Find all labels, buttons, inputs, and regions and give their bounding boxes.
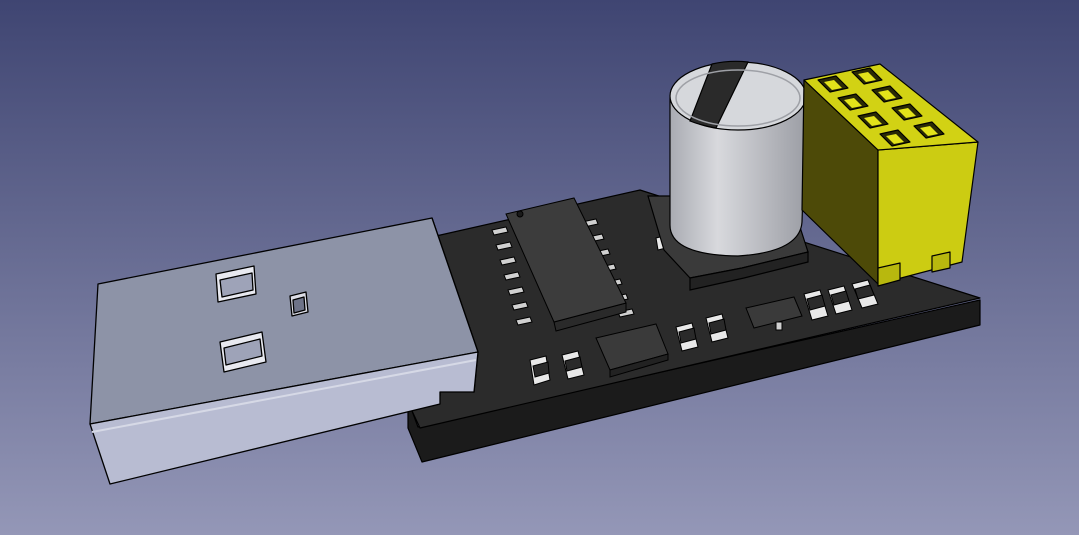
electrolytic-capacitor bbox=[647, 60, 809, 291]
smd-r1 bbox=[529, 355, 551, 386]
3d-model-render bbox=[0, 0, 1079, 535]
ic-pin1-marker bbox=[516, 210, 524, 218]
3d-viewport[interactable] bbox=[0, 0, 1079, 535]
